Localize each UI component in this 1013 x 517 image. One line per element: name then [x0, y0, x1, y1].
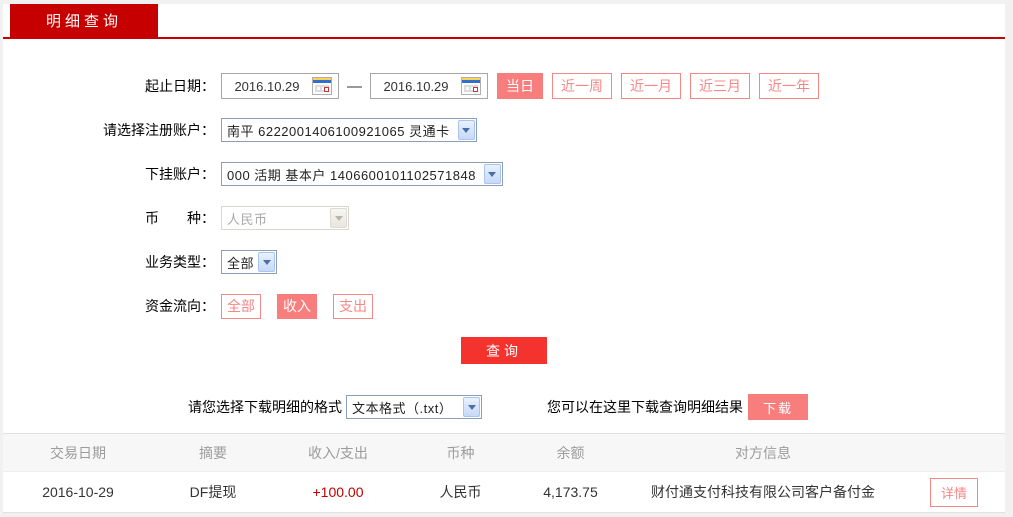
- chevron-down-icon: [258, 252, 276, 272]
- business-type-row: 业务类型： 全部: [3, 249, 1005, 275]
- table-header-row: 交易日期 摘要 收入/支出 币种 余额 对方信息: [3, 434, 1005, 472]
- sub-account-select[interactable]: 000 活期 基本户 1406600101102571848: [221, 162, 503, 186]
- currency-select: 人民币: [221, 206, 349, 230]
- quick-range-today-button[interactable]: 当日: [497, 73, 543, 99]
- business-type-label: 业务类型：: [145, 254, 215, 270]
- header-amount: 收入/支出: [308, 444, 368, 461]
- download-format-select[interactable]: 文本格式（.txt）: [346, 395, 482, 419]
- business-type-value: 全部: [227, 255, 255, 271]
- calendar-icon[interactable]: [312, 77, 332, 95]
- fund-flow-label: 资金流向：: [145, 298, 215, 314]
- header-summary: 摘要: [199, 444, 227, 461]
- calendar-icon[interactable]: [461, 77, 481, 95]
- download-hint: 您可以在这里下载查询明细结果: [547, 399, 743, 415]
- sub-account-label: 下挂账户：: [145, 166, 215, 182]
- date-separator: —: [347, 77, 362, 95]
- quick-range-month-button[interactable]: 近一月: [621, 73, 681, 99]
- sub-account-value: 000 活期 基本户 1406600101102571848: [227, 167, 476, 183]
- register-account-label: 请选择注册账户：: [103, 122, 215, 138]
- quick-range-quarter-button[interactable]: 近三月: [690, 73, 750, 99]
- fund-flow-expense-button[interactable]: 支出: [333, 293, 373, 319]
- chevron-down-icon: [330, 208, 347, 228]
- quick-range-week-button[interactable]: 近一周: [552, 73, 612, 99]
- start-date-box: [221, 73, 339, 99]
- chevron-down-icon: [463, 397, 480, 417]
- end-date-box: [370, 73, 488, 99]
- register-account-select[interactable]: 南平 6222001406100921065 灵通卡: [221, 118, 477, 142]
- business-type-select[interactable]: 全部: [221, 250, 278, 274]
- detail-query-page: 明细查询 起止日期： —: [0, 0, 1013, 517]
- cell-balance: 4,173.75: [543, 484, 598, 500]
- download-button[interactable]: 下载: [748, 394, 808, 420]
- quick-range-year-button[interactable]: 近一年: [759, 73, 819, 99]
- cell-counterparty: 财付通支付科技有限公司客户备付金: [651, 484, 875, 500]
- cell-amount: +100.00: [312, 484, 364, 500]
- content-panel: 明细查询 起止日期： —: [3, 4, 1005, 513]
- fund-flow-all-button[interactable]: 全部: [221, 293, 261, 319]
- fund-flow-row: 资金流向： 全部 收入 支出: [3, 293, 1005, 319]
- register-account-value: 南平 6222001406100921065 灵通卡: [227, 123, 450, 139]
- register-account-row: 请选择注册账户： 南平 6222001406100921065 灵通卡: [3, 117, 1005, 143]
- end-date-input[interactable]: [371, 78, 461, 94]
- results-table: 交易日期 摘要 收入/支出 币种 余额 对方信息 2016-10-29 DF提现…: [3, 433, 1005, 513]
- header-counterparty: 对方信息: [735, 444, 791, 461]
- date-range-label: 起止日期：: [145, 78, 215, 94]
- currency-label: 币 种：: [145, 210, 215, 226]
- currency-value: 人民币: [227, 211, 268, 227]
- cell-date: 2016-10-29: [42, 484, 114, 500]
- date-range-row: 起止日期： — 当日: [3, 73, 1005, 99]
- download-row: 请您选择下载明细的格式 文本格式（.txt） 您可以在这里下载查询明细结果 下载: [188, 394, 1005, 420]
- cell-currency: 人民币: [439, 484, 482, 500]
- tab-underline: [3, 37, 1005, 39]
- start-date-input[interactable]: [222, 78, 312, 94]
- currency-row: 币 种： 人民币: [3, 205, 1005, 231]
- header-balance: 余额: [556, 444, 585, 461]
- cell-summary: DF提现: [189, 484, 237, 500]
- detail-button[interactable]: 详情: [929, 477, 978, 507]
- sub-account-row: 下挂账户： 000 活期 基本户 1406600101102571848: [3, 161, 1005, 187]
- header-currency: 币种: [446, 444, 475, 461]
- header-date: 交易日期: [50, 444, 106, 461]
- chevron-down-icon: [457, 120, 475, 140]
- table-row: 2016-10-29 DF提现 +100.00 人民币 4,173.75 财付通…: [3, 472, 1005, 513]
- tab-detail-query[interactable]: 明细查询: [10, 4, 158, 37]
- query-button[interactable]: 查询: [461, 337, 547, 364]
- download-format-value: 文本格式（.txt）: [352, 400, 453, 416]
- download-format-label: 请您选择下载明细的格式: [188, 399, 342, 415]
- query-form: 起止日期： — 当日: [3, 73, 1005, 364]
- chevron-down-icon: [483, 164, 501, 184]
- fund-flow-income-button[interactable]: 收入: [277, 293, 317, 319]
